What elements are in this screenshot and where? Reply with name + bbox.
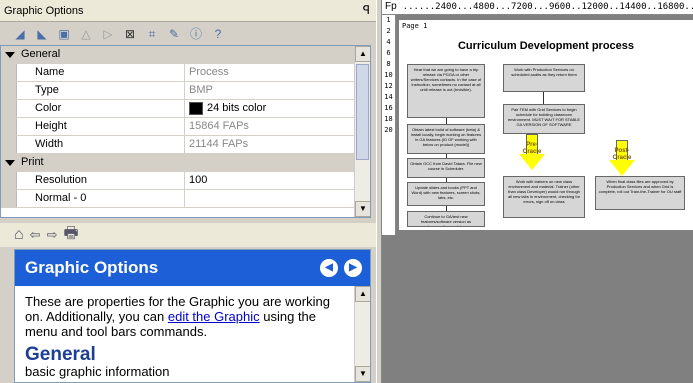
help-icon[interactable]: ? xyxy=(210,26,226,42)
crop-icon[interactable]: ⌗ xyxy=(144,26,160,42)
previous-topic-icon[interactable]: ◀ xyxy=(320,259,338,277)
help-pane: Graphic Options ◀ ▶ These are properties… xyxy=(14,249,371,383)
vertical-ruler: 1 2 4 6 8 10 12 14 16 18 20 xyxy=(382,15,396,235)
next-topic-icon[interactable]: ▶ xyxy=(344,259,362,277)
arrow-right-icon[interactable]: ▷ xyxy=(100,26,116,42)
triangle-icon[interactable]: △ xyxy=(78,26,94,42)
scroll-down-icon[interactable]: ▼ xyxy=(355,366,370,382)
forward-icon[interactable]: ⇨ xyxy=(47,227,58,243)
flow-box: Obtain latest build of software (beta) &… xyxy=(407,124,485,154)
property-row-type[interactable]: Type BMP xyxy=(1,82,355,100)
help-section-text: basic graphic information xyxy=(25,364,170,379)
property-row-resolution[interactable]: Resolution 100 xyxy=(1,172,355,190)
graphic-toolbar: ◢ ◣ ▣ △ ▷ ⊠ ⌗ ✎ ⓘ ? xyxy=(0,24,376,44)
pin-icon[interactable]: ꟼ xyxy=(363,3,370,17)
collapse-icon[interactable] xyxy=(5,160,15,166)
category-print[interactable]: Print xyxy=(1,154,355,172)
post-oracle-label: Post-Oracle xyxy=(612,148,632,161)
document-canvas: Fp ......2400...4800...7200...9600..12000… xyxy=(382,0,693,383)
property-row-normal[interactable]: Normal - 0 xyxy=(1,190,355,208)
align-right-icon[interactable]: ◣ xyxy=(34,26,50,42)
category-general[interactable]: General xyxy=(1,46,355,64)
flow-box: When final class files are approved by P… xyxy=(595,176,685,210)
edit-graphic-link[interactable]: edit the Graphic xyxy=(168,309,260,324)
help-nav-bar: ⌂ ⇦ ⇨ 🖶 xyxy=(0,223,376,247)
scroll-down-icon[interactable]: ▼ xyxy=(355,201,370,217)
color-swatch[interactable] xyxy=(189,101,203,115)
flow-box: Pair TEM with Grid Services to begin sch… xyxy=(503,104,585,134)
scroll-up-icon[interactable]: ▲ xyxy=(355,286,370,302)
flow-box: Work with trainers on new class environm… xyxy=(503,176,585,218)
collapse-icon[interactable] xyxy=(5,52,15,58)
align-left-icon[interactable]: ◢ xyxy=(12,26,28,42)
help-header: Graphic Options ◀ ▶ xyxy=(15,250,370,286)
graphic-options-panel: Graphic Options ꟼ ◢ ◣ ▣ △ ▷ ⊠ ⌗ ✎ ⓘ ? Ge… xyxy=(0,0,376,383)
property-row-height[interactable]: Height 15864 FAPs xyxy=(1,118,355,136)
horizontal-ruler: Fp ......2400...4800...7200...9600..12000… xyxy=(382,0,693,15)
pre-oracle-label: Pre-Oracle xyxy=(522,142,542,155)
flow-box: Hear that we are going to have a trip re… xyxy=(407,64,485,118)
help-title: Graphic Options xyxy=(25,258,159,277)
page-preview[interactable]: Page 1 Curriculum Development process He… xyxy=(399,20,693,230)
brush-icon[interactable]: ✎ xyxy=(166,26,182,42)
page-label: Page 1 xyxy=(402,22,428,30)
help-body: These are properties for the Graphic you… xyxy=(15,286,355,382)
property-row-name[interactable]: Name Process xyxy=(1,64,355,82)
flow-box: Work with Production Services on schedul… xyxy=(503,64,585,92)
scroll-up-icon[interactable]: ▲ xyxy=(355,46,370,62)
flow-box: Obtain GCC from David Tatara. File new c… xyxy=(407,158,485,178)
info-icon[interactable]: ⓘ xyxy=(188,26,204,42)
image-icon[interactable]: ▣ xyxy=(56,26,72,42)
back-icon[interactable]: ⇦ xyxy=(30,227,41,243)
panel-titlebar: Graphic Options ꟼ xyxy=(0,0,376,22)
property-grid-scrollbar[interactable]: ▲ ▼ xyxy=(354,46,370,217)
flow-connector xyxy=(543,92,544,104)
panel-title: Graphic Options xyxy=(4,4,84,17)
help-section-heading: General xyxy=(25,344,96,365)
home-icon[interactable]: ⌂ xyxy=(14,226,24,244)
scroll-thumb[interactable] xyxy=(356,64,369,160)
flow-box: Update slides and books (PPT and Word) w… xyxy=(407,182,485,206)
fp-label: Fp xyxy=(385,1,397,12)
property-row-width[interactable]: Width 21144 FAPs xyxy=(1,136,355,154)
diagram-title: Curriculum Development process xyxy=(457,40,635,52)
property-grid: General Name Process Type BMP Color 24 b… xyxy=(0,45,371,218)
flow-box: Continue to GA/test new features/softwar… xyxy=(407,211,485,227)
property-row-color[interactable]: Color 24 bits color xyxy=(1,100,355,118)
transform-icon[interactable]: ⊠ xyxy=(122,26,138,42)
help-scrollbar[interactable]: ▲ ▼ xyxy=(354,286,370,382)
print-icon[interactable]: 🖶 xyxy=(63,222,78,249)
